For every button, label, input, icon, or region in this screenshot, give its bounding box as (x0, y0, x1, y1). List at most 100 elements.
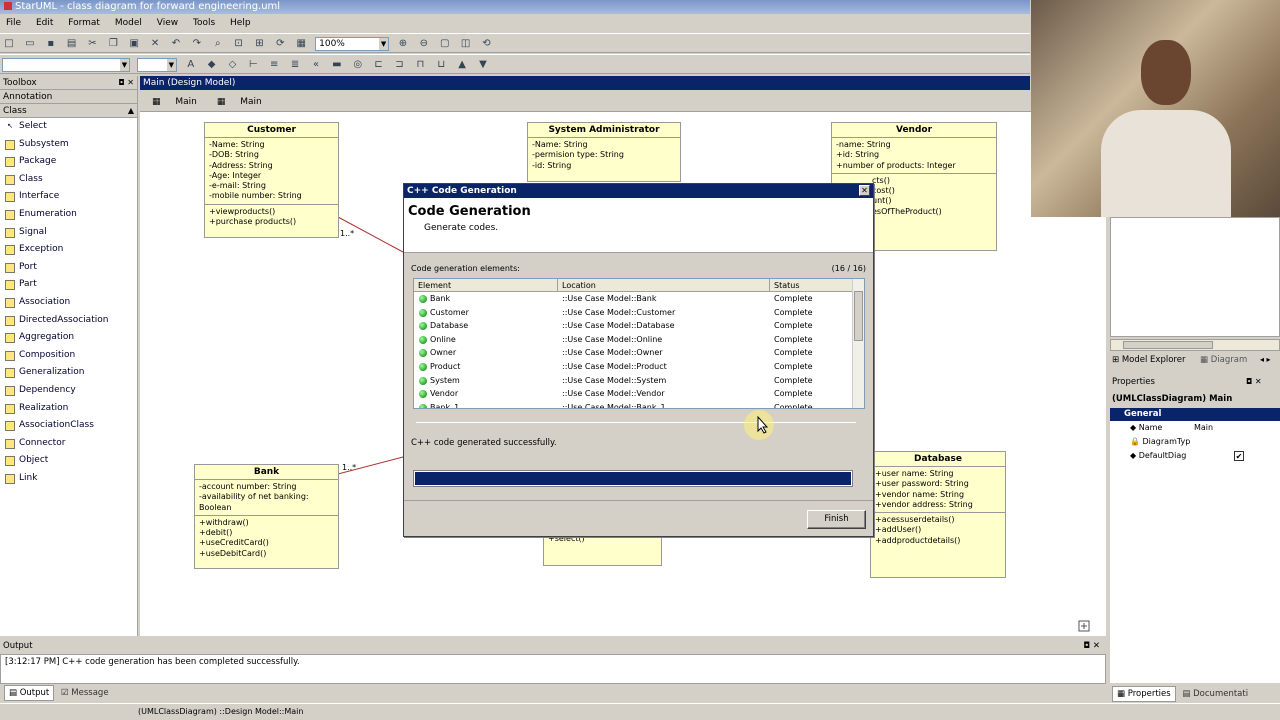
column-element[interactable]: Element (414, 279, 558, 292)
toolbox-item-associationclass[interactable]: AssociationClass (0, 417, 137, 435)
copy-icon[interactable]: ❐ (106, 37, 120, 51)
list-item[interactable]: Bank_1::Use Case Model::Bank_1 Complete (414, 401, 864, 408)
list-item[interactable]: Online::Use Case Model::Online Complete (414, 333, 864, 347)
list-item[interactable]: Product::Use Case Model::Product Complete (414, 360, 864, 374)
fill-color-icon[interactable]: ◆ (205, 58, 219, 72)
class-system-administrator[interactable]: System Administrator -Name: String -permi… (527, 122, 681, 182)
layout-icon[interactable]: ▦ (294, 37, 308, 51)
prop-row[interactable]: ◆ Name Main (1110, 421, 1280, 435)
zoom-out-icon[interactable]: ⊖ (417, 37, 431, 51)
find-icon[interactable]: ⌕ (211, 37, 225, 51)
tab-diagram[interactable]: ▦ Diagram (1200, 355, 1247, 365)
font-size-combo[interactable]: ▼ (136, 58, 177, 72)
toolbox-section-annotation[interactable]: Annotation (0, 90, 137, 104)
class-bank[interactable]: Bank -account number: String -availabilit… (194, 464, 339, 569)
menu-edit[interactable]: Edit (30, 15, 59, 32)
redo-icon[interactable]: ↷ (190, 37, 204, 51)
column-status[interactable]: Status (770, 279, 854, 292)
properties-group[interactable]: General (1110, 408, 1280, 421)
close-icon[interactable]: ✕ (859, 185, 870, 196)
toolbox-item-realization[interactable]: Realization (0, 400, 137, 418)
tab-model-explorer[interactable]: ⊞ Model Explorer (1112, 355, 1185, 365)
model-explorer-tree[interactable] (1110, 217, 1280, 337)
align-bottom-icon[interactable]: ⊔ (434, 58, 448, 72)
line-style-icon[interactable]: ⊢ (246, 58, 260, 72)
toolbox-item-object[interactable]: Object (0, 452, 137, 470)
toolbox-item-generalization[interactable]: Generalization (0, 364, 137, 382)
toolbox-item-exception[interactable]: Exception (0, 241, 137, 259)
toolbox-item-dependency[interactable]: Dependency (0, 382, 137, 400)
toolbox-item-subsystem[interactable]: Subsystem (0, 136, 137, 154)
line-color-icon[interactable]: ◇ (226, 58, 240, 72)
open-icon[interactable]: ▭ (23, 37, 37, 51)
new-icon[interactable]: □ (2, 37, 16, 51)
tab-output[interactable]: ▤ Output (4, 685, 55, 701)
toolbox-item-directedassociation[interactable]: DirectedAssociation (0, 312, 137, 330)
browser-icon[interactable]: ⟲ (480, 37, 494, 51)
pin-close-icon[interactable]: ◘ ✕ (118, 76, 134, 90)
pin-close-icon[interactable]: ◘ ✕ (1083, 638, 1100, 654)
print-icon[interactable]: ▤ (65, 37, 79, 51)
toolbox-item-interface[interactable]: Interface (0, 188, 137, 206)
delete-icon[interactable]: ✕ (148, 37, 162, 51)
chevron-up-icon[interactable]: ▲ (128, 104, 134, 118)
column-location[interactable]: Location (558, 279, 770, 292)
prop-row[interactable]: ◆ DefaultDiag ✔ (1110, 449, 1280, 463)
scroll-thumb[interactable] (1123, 341, 1213, 349)
suppress-icon[interactable]: ▬ (330, 58, 344, 72)
operation-icon[interactable]: ≣ (288, 58, 302, 72)
toolbox-item-port[interactable]: Port (0, 259, 137, 277)
toolbox-item-part[interactable]: Part (0, 276, 137, 294)
class-partial[interactable]: +select() (543, 532, 662, 566)
list-item[interactable]: Owner::Use Case Model::Owner Complete (414, 346, 864, 360)
zoom-100-icon[interactable]: ◫ (459, 37, 473, 51)
select-all-icon[interactable]: ⊡ (232, 37, 246, 51)
toolbox-item-package[interactable]: Package (0, 153, 137, 171)
tab-main-1[interactable]: ▦ Main (148, 93, 205, 111)
toolbox-item-signal[interactable]: Signal (0, 224, 137, 242)
tab-message[interactable]: ☑ Message (57, 686, 113, 700)
tab-main-2[interactable]: ▦ Main (213, 93, 270, 111)
refresh-icon[interactable]: ⟳ (273, 37, 287, 51)
scroll-thumb[interactable] (854, 291, 863, 341)
menu-format[interactable]: Format (62, 15, 106, 32)
zoom-combo[interactable]: 100% ▼ (315, 37, 390, 51)
checkbox[interactable]: ✔ (1234, 451, 1244, 461)
paste-icon[interactable]: ▣ (127, 37, 141, 51)
class-customer[interactable]: Customer -Name: String -DOB: String -Addre… (204, 122, 339, 238)
stereotype-icon[interactable]: « (309, 58, 323, 72)
attribute-icon[interactable]: ≡ (267, 58, 281, 72)
horizontal-scrollbar[interactable] (1110, 339, 1280, 351)
align-right-icon[interactable]: ⊐ (393, 58, 407, 72)
fit-icon[interactable]: ⊞ (253, 37, 267, 51)
list-item[interactable]: Bank::Use Case Model::Bank Complete (414, 292, 864, 306)
menu-tools[interactable]: Tools (187, 15, 221, 32)
pin-close-icon[interactable]: ◘ ✕ (1246, 377, 1262, 386)
toolbox-item-class[interactable]: Class (0, 171, 137, 189)
list-item[interactable]: Vendor::Use Case Model::Vendor Complete (414, 387, 864, 401)
menu-help[interactable]: Help (224, 15, 257, 32)
prop-row[interactable]: 🔒 DiagramTyp (1110, 435, 1280, 449)
toolbox-item-link[interactable]: Link (0, 470, 137, 488)
zoom-in-icon[interactable]: ⊕ (396, 37, 410, 51)
list-item[interactable]: System::Use Case Model::System Complete (414, 374, 864, 388)
menu-view[interactable]: View (151, 15, 184, 32)
align-left-icon[interactable]: ⊏ (372, 58, 386, 72)
list-scrollbar[interactable] (852, 279, 864, 408)
save-icon[interactable]: ▪ (44, 37, 58, 51)
cut-icon[interactable]: ✂ (86, 37, 100, 51)
list-item[interactable]: Database::Use Case Model::Database Comple… (414, 319, 864, 333)
menu-file[interactable]: File (0, 15, 27, 32)
toolbox-item-composition[interactable]: Composition (0, 347, 137, 365)
align-top-icon[interactable]: ⊓ (413, 58, 427, 72)
finish-button[interactable]: Finish (807, 510, 866, 529)
toolbox-item-connector[interactable]: Connector (0, 435, 137, 453)
tab-scroll-icon[interactable]: ◂ ▸ (1260, 355, 1271, 364)
menu-model[interactable]: Model (109, 15, 148, 32)
toolbox-item-aggregation[interactable]: Aggregation (0, 329, 137, 347)
font-color-icon[interactable]: A (184, 58, 198, 72)
toolbox-section-class[interactable]: Class ▲ (0, 104, 137, 118)
zoom-fit-icon[interactable]: ▢ (438, 37, 452, 51)
send-back-icon[interactable]: ▼ (476, 58, 490, 72)
tab-properties[interactable]: ▦ Properties (1112, 686, 1176, 702)
